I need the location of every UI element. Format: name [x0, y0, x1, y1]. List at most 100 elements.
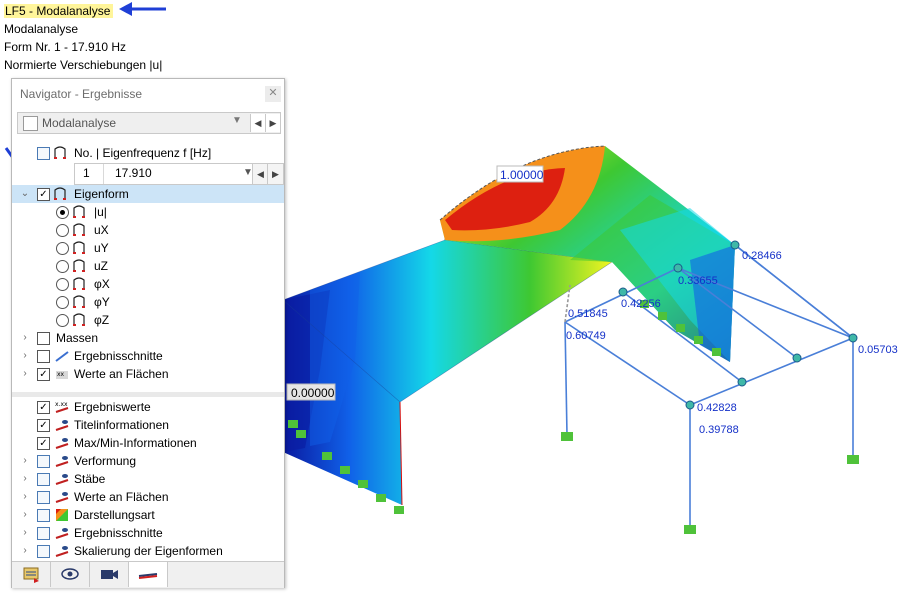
- chevron-down-icon[interactable]: ▼: [232, 115, 242, 126]
- tree-item-massen[interactable]: › Massen: [12, 329, 284, 347]
- value-label-2: 0.42256: [621, 298, 661, 310]
- mode-shape-icon: [73, 313, 85, 326]
- tree-item-label: Werte an Flächen: [74, 490, 169, 504]
- item-checkbox[interactable]: [37, 491, 50, 504]
- chevron-right-icon[interactable]: ›: [20, 452, 30, 470]
- section-icon: [55, 351, 69, 362]
- display-settings-icon: [55, 438, 69, 449]
- radio-button[interactable]: [56, 242, 69, 255]
- radio-option-ux[interactable]: uX: [12, 221, 284, 239]
- load-case-title: LF5 - Modalanalyse: [4, 4, 114, 18]
- item-checkbox[interactable]: [37, 527, 50, 540]
- radio-label: uY: [94, 241, 109, 255]
- radio-button[interactable]: [56, 314, 69, 327]
- tree-item-werte-an-flaechen-display[interactable]: › Werte an Flächen: [12, 488, 284, 506]
- radio-option-uy[interactable]: uY: [12, 239, 284, 257]
- display-settings-icon: [55, 492, 69, 503]
- result-header: LF5 - Modalanalyse Modalanalyse Form Nr.…: [4, 2, 162, 74]
- max-value-label: 1.00000: [500, 168, 544, 182]
- radio-option-phix[interactable]: φX: [12, 275, 284, 293]
- item-checkbox[interactable]: [37, 509, 50, 522]
- display-settings-icon: [55, 546, 69, 557]
- analysis-select[interactable]: Modalanalyse ▼ ◀ ▶: [17, 112, 281, 134]
- item-checkbox[interactable]: ✓: [37, 419, 50, 432]
- value-label-1: 0.33655: [678, 275, 718, 287]
- previous-arrow-icon[interactable]: ◀: [250, 114, 265, 132]
- svg-text:x.xx: x.xx: [55, 401, 68, 408]
- chevron-right-icon[interactable]: ›: [20, 470, 30, 488]
- eigenform-checkbox[interactable]: ✓: [37, 188, 50, 201]
- tree-item-werte-an-flaechen[interactable]: › ✓ xx Werte an Flächen: [12, 365, 284, 383]
- item-checkbox[interactable]: [37, 473, 50, 486]
- tree-item-label: Stäbe: [74, 472, 106, 486]
- results-icon: [138, 573, 158, 579]
- camera-icon: [101, 570, 118, 579]
- radio-option-u-abs[interactable]: |u|: [12, 203, 284, 221]
- radio-button[interactable]: [56, 278, 69, 291]
- tab-views[interactable]: [90, 562, 129, 587]
- tree-item-label: Ergebniswerte: [74, 400, 151, 414]
- mode-number: 1: [83, 166, 90, 180]
- chevron-right-icon[interactable]: ›: [20, 347, 30, 365]
- radio-button[interactable]: [56, 296, 69, 309]
- radio-option-phiz[interactable]: φZ: [12, 311, 284, 329]
- result-quantity: Normierte Verschiebungen |u|: [4, 58, 163, 72]
- item-checkbox[interactable]: [37, 332, 50, 345]
- radio-option-uz[interactable]: uZ: [12, 257, 284, 275]
- chevron-right-icon[interactable]: ›: [20, 329, 30, 347]
- frequency-value: 17.910: [115, 166, 152, 180]
- navigator-results-panel: Navigator - Ergebnisse ✕ Modalanalyse ▼ …: [11, 78, 285, 588]
- display-settings-icon: [55, 474, 69, 485]
- chevron-right-icon[interactable]: ›: [20, 365, 30, 383]
- tree-item-verformung[interactable]: › Verformung: [12, 452, 284, 470]
- item-checkbox[interactable]: ✓: [37, 437, 50, 450]
- chevron-right-icon[interactable]: ›: [20, 506, 30, 524]
- radio-button[interactable]: [56, 260, 69, 273]
- radio-label: |u|: [94, 205, 107, 219]
- tree-item-darstellungsart[interactable]: › Darstellungsart: [12, 506, 284, 524]
- value-label-3: 0.51845: [568, 308, 608, 320]
- close-icon[interactable]: ✕: [265, 86, 281, 102]
- chevron-right-icon[interactable]: ›: [20, 524, 30, 542]
- tree-item-skalierung[interactable]: › Skalierung der Eigenformen: [12, 542, 284, 560]
- frequency-checkbox[interactable]: [37, 147, 50, 160]
- tree-item-label: Titelinformationen: [74, 418, 169, 432]
- radio-button[interactable]: [56, 206, 69, 219]
- radio-button[interactable]: [56, 224, 69, 237]
- item-checkbox[interactable]: ✓: [37, 368, 50, 381]
- min-value-label: 0.00000: [291, 386, 335, 400]
- mode-shape-icon: [73, 295, 85, 308]
- tree-item-ergebnisschnitte[interactable]: › Ergebnisschnitte: [12, 347, 284, 365]
- value-label-7: 0.39788: [699, 424, 739, 436]
- chevron-down-icon[interactable]: ⌄: [20, 185, 30, 203]
- tree-item-max-min-informationen[interactable]: ✓ Max/Min-Informationen: [12, 434, 284, 452]
- item-checkbox[interactable]: [37, 350, 50, 363]
- tree-item-ergebniswerte[interactable]: ✓ x.xx Ergebniswerte: [12, 398, 284, 416]
- tab-data[interactable]: [12, 562, 51, 587]
- next-mode-icon[interactable]: ▶: [267, 163, 284, 185]
- tree-item-eigenform[interactable]: ⌄ ✓ Eigenform: [12, 185, 284, 203]
- item-checkbox[interactable]: ✓: [37, 401, 50, 414]
- tree-item-ergebnisschnitte-display[interactable]: › Ergebnisschnitte: [12, 524, 284, 542]
- item-checkbox[interactable]: [37, 455, 50, 468]
- display-settings-icon: [55, 528, 69, 539]
- mode-shape-icon: [73, 223, 85, 236]
- eigenform-label: Eigenform: [74, 187, 129, 201]
- item-checkbox[interactable]: [37, 545, 50, 558]
- frequency-select[interactable]: 1 17.910 ▼: [74, 163, 262, 185]
- tab-results[interactable]: [129, 562, 168, 587]
- panel-title: Navigator - Ergebnisse: [20, 87, 143, 101]
- next-arrow-icon[interactable]: ▶: [265, 114, 280, 132]
- mode-shape-icon: [73, 241, 85, 254]
- mode-shape-icon: [54, 187, 66, 200]
- navigator-tabs: [12, 561, 284, 588]
- tree-item-staebe[interactable]: › Stäbe: [12, 470, 284, 488]
- tree-item-label: Ergebnisschnitte: [74, 526, 163, 540]
- value-label-0: 0.28466: [742, 250, 782, 262]
- tree-item-titelinformationen[interactable]: ✓ Titelinformationen: [12, 416, 284, 434]
- surface-left: [282, 217, 613, 506]
- chevron-right-icon[interactable]: ›: [20, 488, 30, 506]
- chevron-right-icon[interactable]: ›: [20, 542, 30, 560]
- radio-option-phiy[interactable]: φY: [12, 293, 284, 311]
- tab-display[interactable]: [51, 562, 90, 587]
